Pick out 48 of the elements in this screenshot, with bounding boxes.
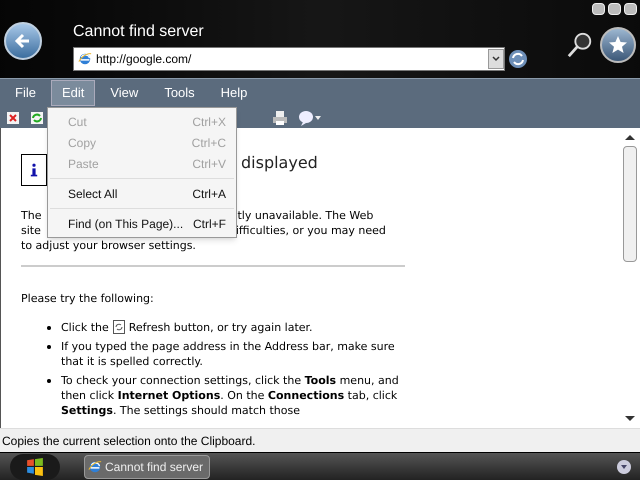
menu-entry[interactable]: Find (on This Page)... Ctrl+F	[48, 213, 236, 234]
address-field[interactable]: http://google.com/	[73, 47, 505, 71]
dropdown-button[interactable]	[488, 49, 504, 69]
bullet-icon	[47, 378, 51, 382]
instructions-heading: Please try the following:	[21, 291, 155, 307]
list-text: Click the	[61, 320, 109, 334]
paragraph-text: ifficulties, or you may need	[236, 223, 386, 238]
menu-entry[interactable]: Select All Ctrl+A	[48, 183, 236, 204]
favorites-button[interactable]	[600, 27, 636, 63]
refresh-icon	[112, 320, 125, 334]
tray-icon[interactable]	[616, 458, 632, 474]
taskbar-button[interactable]: Cannot find server	[84, 454, 210, 478]
menu-item[interactable]: File	[4, 80, 47, 106]
back-button[interactable]	[4, 22, 42, 60]
bullet-icon	[47, 344, 51, 348]
refresh-icon[interactable]	[30, 110, 44, 124]
scroll-thumb[interactable]	[623, 146, 637, 262]
minimize-button[interactable]	[592, 3, 605, 15]
browser-icon	[78, 52, 92, 66]
list-text: To check your connection settings, click the Tools menu, and then click Internet Options. On the Connections tab, click Settings. The settings should match those	[61, 372, 400, 418]
speech-bubble-icon[interactable]	[298, 110, 322, 126]
refresh-go-icon[interactable]	[508, 49, 528, 69]
menu-item[interactable]: Edit	[50, 80, 96, 106]
list-text: Refresh button, or try again later.	[128, 320, 313, 334]
browser-icon	[88, 460, 102, 474]
bullet-icon	[47, 326, 51, 330]
search-icon[interactable]	[566, 30, 594, 60]
status-bar: Copies the current selection onto the Clipboard.	[0, 428, 640, 452]
scroll-up-icon[interactable]	[625, 134, 635, 140]
paragraph-text: The	[21, 208, 42, 223]
start-button[interactable]	[10, 454, 60, 480]
maximize-button[interactable]	[608, 3, 621, 15]
stop-icon[interactable]	[6, 110, 20, 124]
chevron-down-icon	[492, 56, 500, 62]
printer-icon[interactable]	[272, 110, 288, 126]
close-button[interactable]	[624, 3, 637, 15]
scroll-down-icon[interactable]	[625, 416, 635, 422]
menu-item[interactable]: Tools	[153, 80, 206, 106]
paragraph-text: to adjust your browser settings.	[21, 238, 196, 253]
menu-item[interactable]: Help	[210, 80, 258, 106]
page-heading: displayed	[241, 152, 318, 174]
paragraph-text: tly unavailable. The Web	[237, 208, 374, 223]
window-title: Cannot find server	[73, 22, 205, 42]
menu-item[interactable]: View	[99, 80, 150, 106]
star-icon	[608, 35, 628, 55]
paragraph-text: site	[21, 223, 41, 238]
windows-logo-icon	[26, 458, 44, 476]
list-text: If you typed the page address in the Address bar, make sure that it is spelled correctly.	[61, 338, 396, 368]
